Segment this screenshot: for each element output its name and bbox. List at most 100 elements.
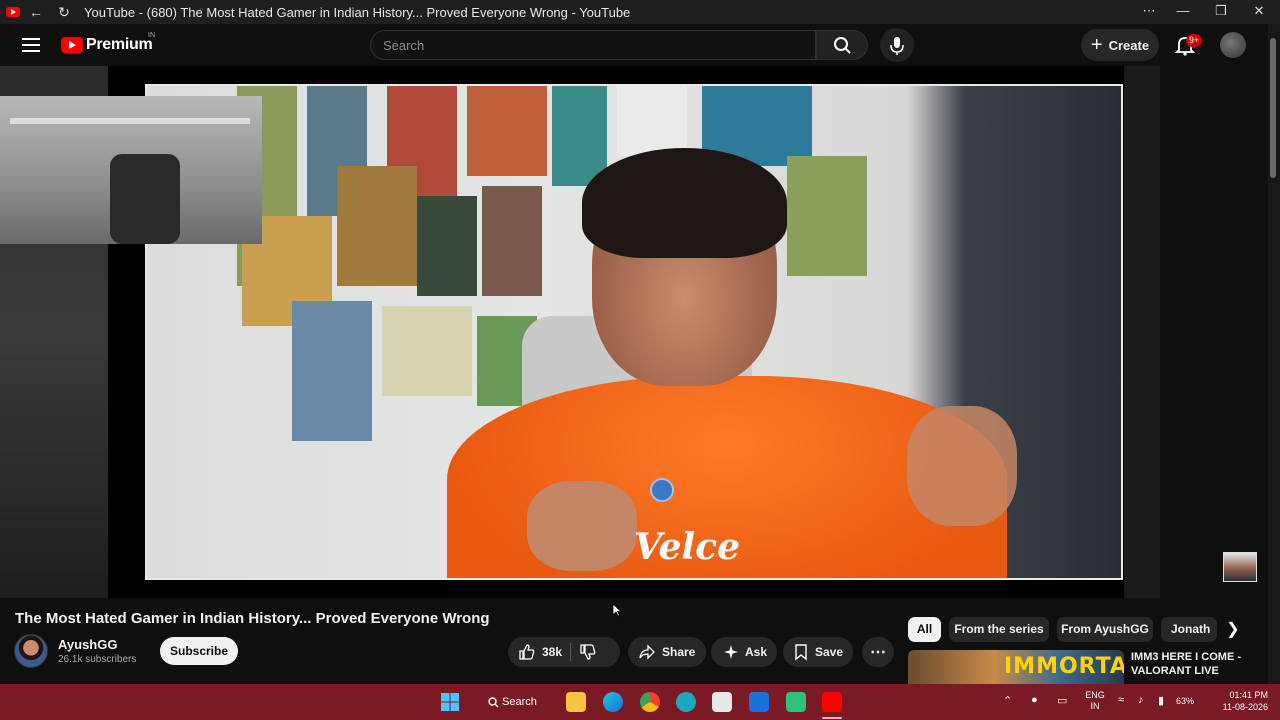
taskbar-search-label: Search <box>502 696 537 708</box>
browser-menu-icon[interactable]: ⋯ <box>1130 0 1168 24</box>
wall-poster <box>482 186 542 296</box>
edge-icon[interactable] <box>603 692 623 712</box>
thumbs-down-icon <box>580 644 596 660</box>
dislike-button[interactable] <box>579 643 603 661</box>
wall-poster <box>382 306 472 396</box>
battery-percent: 63% <box>1176 696 1195 706</box>
like-count: 38k <box>542 645 563 659</box>
minimize-button[interactable]: — <box>1164 0 1202 24</box>
language-code: ENG <box>1085 690 1105 700</box>
windows-taskbar: Search ⌃ ● ▭ ENG IN ≈ ♪ ▮ 63% 01:41 PM 1… <box>0 684 1280 720</box>
chip-jonath[interactable]: Jonath <box>1161 617 1217 642</box>
subscribe-button[interactable]: Subscribe <box>160 637 238 665</box>
menu-icon[interactable] <box>22 38 40 52</box>
create-button[interactable]: + Create <box>1081 29 1159 61</box>
chip-all[interactable]: All <box>908 617 941 642</box>
wall-poster <box>337 166 417 286</box>
picture-in-picture-overlay <box>0 96 262 244</box>
youtube-premium-logo[interactable]: Premium IN <box>61 32 155 54</box>
related-video-thumbnail[interactable]: IMMORTAL <box>908 650 1124 684</box>
shirt-pin <box>650 478 674 502</box>
chip-from-the-series[interactable]: From the series <box>949 617 1049 642</box>
clock-time: 01:41 PM <box>1229 690 1268 700</box>
bookmark-icon <box>795 644 807 661</box>
taskbar-search[interactable]: Search <box>482 691 537 713</box>
region-code: IN <box>1090 701 1100 711</box>
wall-poster <box>552 86 607 186</box>
close-button[interactable]: ✕ <box>1240 0 1278 24</box>
file-explorer-icon[interactable] <box>566 692 586 712</box>
ask-button[interactable]: Ask <box>711 637 777 667</box>
scrollbar-thumb[interactable] <box>1270 38 1276 178</box>
save-label: Save <box>815 645 844 659</box>
person-hair <box>582 148 787 258</box>
maximize-button[interactable]: ❐ <box>1202 0 1240 24</box>
thumbs-up-icon <box>519 644 535 660</box>
chevron-right-icon[interactable]: ❯ <box>1222 619 1244 641</box>
more-actions-icon[interactable]: ⋯ <box>862 637 894 667</box>
plus-icon: + <box>1090 34 1103 56</box>
search-input[interactable] <box>371 31 815 59</box>
search-icon <box>834 37 851 54</box>
video-frame[interactable]: Velce <box>145 84 1123 580</box>
wall-poster <box>292 301 372 441</box>
youtube-logo-icon <box>61 37 83 53</box>
chevron-up-icon[interactable]: ⌃ <box>1003 694 1012 707</box>
create-label: Create <box>1108 37 1150 53</box>
back-icon[interactable]: ← <box>24 4 48 20</box>
search-button[interactable] <box>816 30 868 60</box>
channel-name[interactable]: AyushGG <box>58 637 117 652</box>
related-video-title[interactable]: IMM3 HERE I COME - VALORANT LIVE <box>1131 650 1261 678</box>
window-title: YouTube - (680) The Most Hated Gamer in … <box>84 4 631 20</box>
video-player[interactable]: Velce <box>0 66 1160 598</box>
share-icon <box>639 644 655 660</box>
windows-start-icon[interactable] <box>440 692 460 712</box>
battery-icon[interactable]: ▮ <box>1158 694 1164 707</box>
facecam-thumbnail <box>1223 552 1257 582</box>
display-icon[interactable]: ▭ <box>1057 694 1067 707</box>
chrome-icon[interactable] <box>640 692 660 712</box>
clock-date: 11-08-2026 <box>1222 702 1268 712</box>
search-icon <box>488 697 499 708</box>
chip-from-channel[interactable]: From AyushGG <box>1057 617 1153 642</box>
like-button[interactable]: 38k <box>508 643 562 661</box>
shirt-graphic-text: Velce <box>633 526 741 568</box>
language-indicator[interactable]: ENG IN <box>1082 690 1108 712</box>
active-app-indicator <box>822 717 842 719</box>
system-clock[interactable]: 01:41 PM 11-08-2026 <box>1204 689 1268 713</box>
search-box[interactable] <box>370 30 816 60</box>
store-icon[interactable] <box>712 692 732 712</box>
microphone-icon <box>890 37 904 55</box>
wall-poster <box>617 86 687 156</box>
share-label: Share <box>662 645 696 659</box>
app-icon[interactable] <box>786 692 806 712</box>
thumbnail-text: IMMORTAL <box>1004 654 1124 679</box>
microphone-icon[interactable]: ● <box>1031 694 1038 706</box>
share-button[interactable]: Share <box>628 637 706 667</box>
subscriber-count: 26.1k subscribers <box>58 654 137 665</box>
channel-avatar[interactable] <box>14 634 48 668</box>
youtube-favicon-icon <box>6 7 20 17</box>
youtube-masthead: Premium IN + Create 9+ <box>0 24 1268 66</box>
right-hand <box>907 406 1017 526</box>
logo-text: Premium <box>86 36 153 53</box>
mouse-cursor-icon <box>612 603 622 617</box>
notification-badge: 9+ <box>1186 34 1203 47</box>
reload-icon[interactable]: ↻ <box>52 4 76 21</box>
browser-title-bar: ← ↻ YouTube - (680) The Most Hated Gamer… <box>0 0 1280 24</box>
outlook-icon[interactable] <box>749 692 769 712</box>
country-code: IN <box>148 32 155 39</box>
wall-poster <box>417 196 477 296</box>
like-dislike-group: 38k <box>508 637 620 667</box>
save-button[interactable]: Save <box>783 637 853 667</box>
volume-icon[interactable]: ♪ <box>1138 694 1144 706</box>
wifi-icon[interactable]: ≈ <box>1118 694 1124 706</box>
video-title: The Most Hated Gamer in Indian History..… <box>15 610 490 627</box>
voice-search-button[interactable] <box>880 28 914 62</box>
account-avatar[interactable] <box>1220 32 1246 58</box>
app-icon[interactable] <box>676 692 696 712</box>
wall-poster <box>467 86 547 176</box>
youtube-app-icon[interactable] <box>822 692 842 712</box>
wall-poster <box>787 156 867 276</box>
player-ambient-right <box>1124 66 1160 598</box>
